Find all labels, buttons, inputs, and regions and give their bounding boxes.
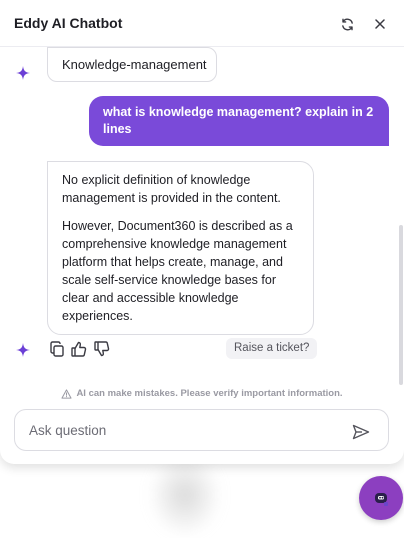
bot-message: No explicit definition of knowledge mana… (47, 161, 314, 335)
refresh-button[interactable] (337, 14, 357, 34)
raise-ticket-button[interactable]: Raise a ticket? (226, 338, 318, 359)
chat-panel: Eddy AI Chatbot Knowledge-management wha… (0, 0, 404, 464)
close-button[interactable] (370, 14, 390, 34)
ask-question-input[interactable] (29, 420, 339, 440)
bot-message-paragraph: However, Document360 is described as a c… (62, 219, 293, 323)
disclaimer-text: AI can make mistakes. Please verify impo… (76, 388, 343, 399)
sparkle-icon (16, 343, 30, 357)
composer (14, 409, 389, 451)
chatbot-launcher-button[interactable] (359, 476, 403, 520)
chat-title: Eddy AI Chatbot (14, 15, 123, 31)
send-icon[interactable] (352, 424, 370, 440)
disclaimer: AI can make mistakes. Please verify impo… (0, 388, 404, 399)
warning-icon (61, 388, 72, 399)
sparkle-icon (16, 66, 30, 80)
scrollbar[interactable] (399, 225, 403, 385)
copy-icon[interactable] (48, 340, 66, 358)
thumbs-down-icon[interactable] (93, 340, 111, 358)
close-icon (375, 19, 385, 29)
background-shadow (150, 455, 220, 535)
thumbs-up-icon[interactable] (70, 340, 88, 358)
user-message: what is knowledge management? explain in… (89, 96, 389, 146)
refresh-icon (341, 18, 353, 30)
context-chip: Knowledge-management (47, 47, 217, 82)
chat-header: Eddy AI Chatbot (0, 0, 404, 47)
robot-icon (375, 493, 388, 506)
bot-message-paragraph: No explicit definition of knowledge mana… (62, 173, 281, 205)
